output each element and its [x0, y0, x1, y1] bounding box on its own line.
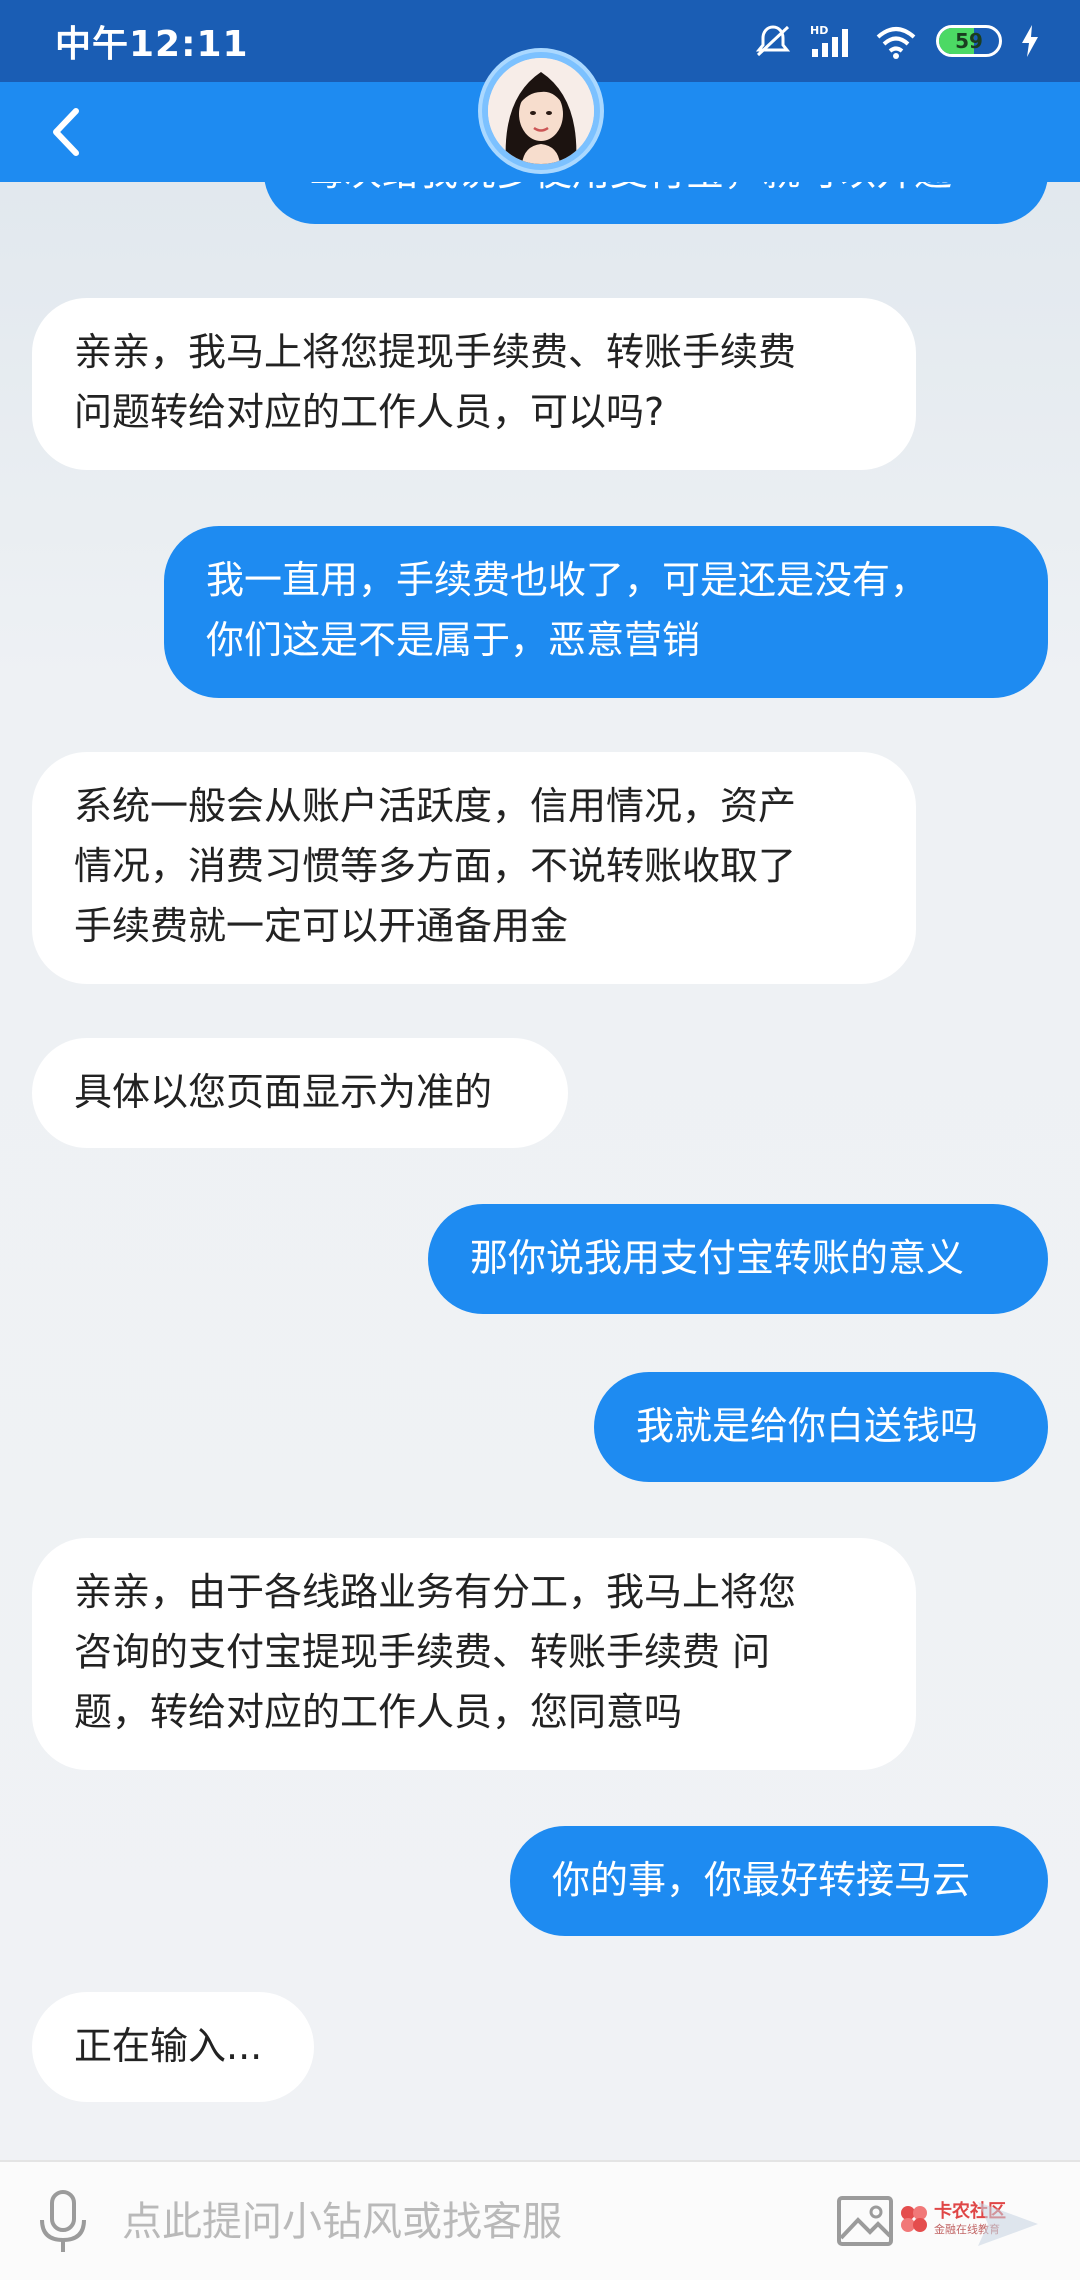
message-bubble-received: 系统一般会从账户活跃度，信用情况，资产 情况，消费习惯等多方面，不说转账收取了 …	[32, 752, 916, 984]
input-bar: 点此提问小钻风或找客服 卡农社区 金融在线教育	[0, 2160, 1080, 2280]
wifi-icon	[876, 27, 916, 59]
microphone-icon[interactable]	[36, 2190, 90, 2254]
status-time: 中午12:11	[55, 24, 249, 65]
message-bubble-sent: 我一直用，手续费也收了，可是还是没有， 你们这是不是属于，恶意营销	[164, 526, 1048, 698]
chevron-left-icon	[53, 108, 79, 156]
avatar-portrait-icon	[488, 58, 594, 164]
chat-list[interactable]: 每次给我说多使用支付宝，就可以开通 亲亲，我马上将您提现手续费、转账手续费 问题…	[0, 182, 1080, 2160]
image-icon[interactable]	[836, 2192, 894, 2250]
message-bubble-sent: 每次给我说多使用支付宝，就可以开通	[264, 182, 1048, 224]
send-icon[interactable]	[976, 2198, 1040, 2250]
message-bubble-received: 具体以您页面显示为准的	[32, 1038, 568, 1148]
back-button[interactable]	[36, 102, 96, 162]
message-input[interactable]: 点此提问小钻风或找客服	[122, 2192, 802, 2252]
message-bubble-sent: 那你说我用支付宝转账的意义	[428, 1204, 1048, 1314]
message-bubble-sent: 你的事，你最好转接马云	[510, 1826, 1048, 1936]
battery-icon: 59	[936, 25, 1002, 57]
message-bubble-received: 亲亲，由于各线路业务有分工，我马上将您 咨询的支付宝提现手续费、转账手续费 问 …	[32, 1538, 916, 1770]
avatar-image	[488, 58, 594, 164]
typing-indicator: 正在输入...	[32, 1992, 314, 2102]
kanong-logo-icon	[901, 2206, 927, 2232]
message-bubble-sent: 我就是给你白送钱吗	[594, 1372, 1048, 1482]
battery-level: 59	[955, 29, 983, 53]
signal-icon: HD	[810, 24, 848, 57]
agent-avatar[interactable]	[482, 52, 600, 170]
message-bubble-received: 亲亲，我马上将您提现手续费、转账手续费 问题转给对应的工作人员，可以吗?	[32, 298, 916, 470]
hd-label: HD	[810, 24, 828, 37]
status-icons: HD 59	[754, 23, 1040, 59]
charging-icon	[1022, 25, 1038, 57]
mute-vibrate-icon	[755, 25, 791, 57]
